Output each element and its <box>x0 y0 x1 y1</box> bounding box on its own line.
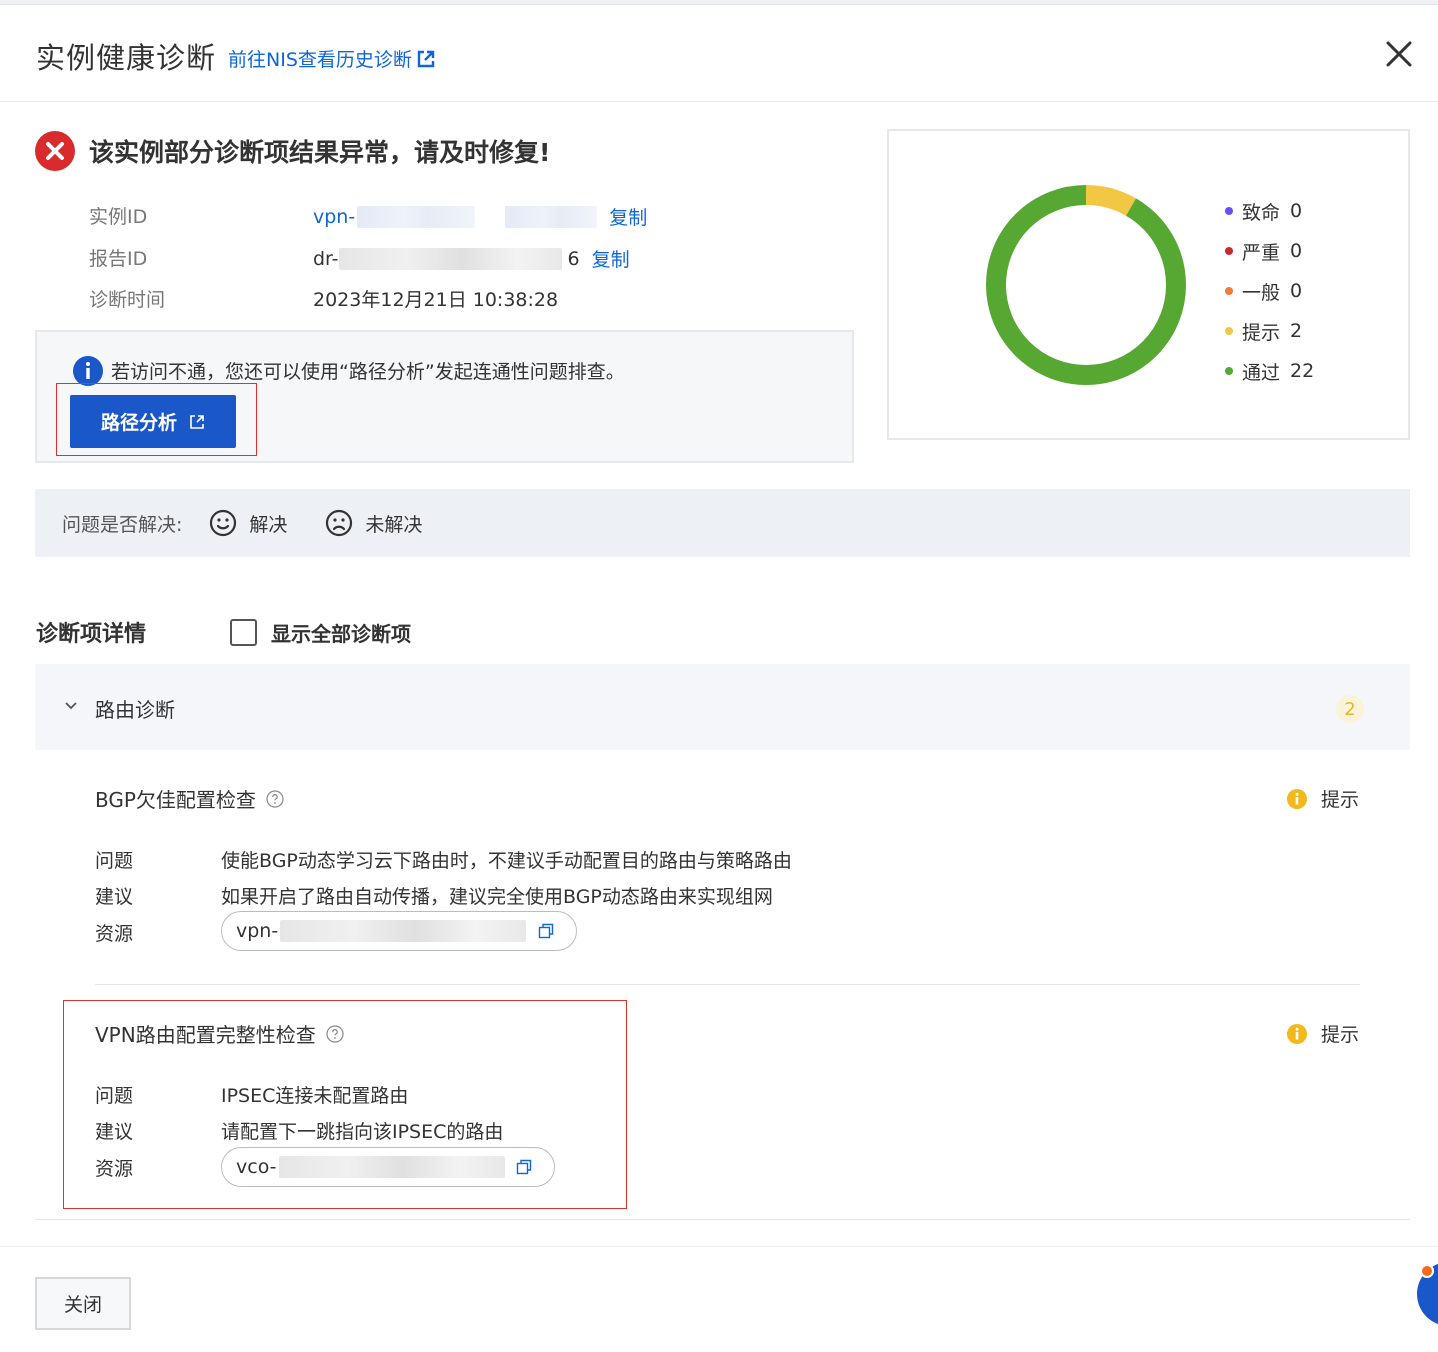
legend-item: 通过 22 <box>1225 351 1314 391</box>
report-id-label: 报告ID <box>89 248 148 270</box>
legend-value: 0 <box>1290 240 1303 262</box>
warning-icon <box>1287 788 1307 809</box>
help-icon[interactable] <box>266 789 284 808</box>
problem-text: 使能BGP动态学习云下路由时，不建议手动配置目的路由与策略路由 <box>221 850 792 872</box>
legend-value: 0 <box>1290 280 1303 302</box>
report-id-prefix: dr- <box>313 247 339 270</box>
redacted-block <box>505 205 598 228</box>
redacted-gap <box>475 205 506 228</box>
legend-value: 0 <box>1290 200 1303 222</box>
diagnose-time-value: 2023年12月21日 10:38:28 <box>313 289 559 311</box>
highlight-frame <box>63 1000 627 1209</box>
legend-label: 严重 <box>1242 241 1281 264</box>
divider <box>95 984 1360 985</box>
footer-divider <box>0 1246 1438 1247</box>
divider <box>35 1219 1410 1220</box>
diagnose-time-label: 诊断时间 <box>89 289 166 311</box>
show-all-checkbox[interactable]: 显示全部诊断项 <box>230 618 411 647</box>
redacted-block <box>280 920 527 942</box>
path-analysis-button[interactable]: 路径分析 <box>70 395 236 448</box>
resolved-option[interactable]: 解决 <box>209 509 287 537</box>
copy-instance-id-link[interactable]: 复制 <box>609 203 647 230</box>
check-bgp: BGP欠佳配置检查 <box>95 784 284 813</box>
report-id-suffix: 6 <box>567 247 580 270</box>
frown-icon <box>326 509 353 537</box>
redacted-block <box>338 247 562 270</box>
problem-label: 问题 <box>95 850 134 872</box>
legend-value: 22 <box>1290 360 1315 382</box>
notice-text: 若访问不通，您还可以使用“路径分析”发起连通性问题排查。 <box>111 361 625 383</box>
info-icon <box>73 356 103 386</box>
unresolved-option[interactable]: 未解决 <box>325 509 422 537</box>
close-button[interactable]: 关闭 <box>35 1277 131 1330</box>
legend-item: 致命 0 <box>1225 191 1314 231</box>
path-analysis-notice: 若访问不通，您还可以使用“路径分析”发起连通性问题排查。 路径分析 <box>35 330 854 463</box>
diagnosis-chart: 致命 0 严重 0 一般 0 提示 2 通过 22 <box>887 129 1410 440</box>
section-name: 路由诊断 <box>95 698 175 722</box>
legend-dot <box>1225 327 1233 335</box>
legend-value: 2 <box>1290 320 1303 342</box>
notification-dot <box>1420 1264 1434 1278</box>
donut-slice-通过 <box>986 185 1186 385</box>
error-icon <box>35 131 75 171</box>
route-diagnosis-section[interactable]: 路由诊断 2 <box>35 664 1410 750</box>
instance-id-value: vpn- 复制 <box>313 203 647 230</box>
check-level-badge: 提示 <box>1287 1020 1359 1047</box>
nis-history-link[interactable]: 前往NIS查看历史诊断 <box>228 45 436 72</box>
advice-label: 建议 <box>95 886 134 908</box>
external-link-icon <box>190 414 204 429</box>
smile-icon <box>210 509 237 537</box>
legend-dot <box>1225 367 1233 375</box>
legend-label: 一般 <box>1242 281 1281 304</box>
dialog-header: 实例健康诊断 前往NIS查看历史诊断 <box>0 5 1438 102</box>
check-level-badge: 提示 <box>1287 785 1359 812</box>
show-all-label: 显示全部诊断项 <box>271 622 411 646</box>
copy-report-id-link[interactable]: 复制 <box>592 245 630 272</box>
advice-text: 如果开启了路由自动传播，建议完全使用BGP动态路由来实现组网 <box>221 886 773 908</box>
legend-item: 提示 2 <box>1225 311 1314 351</box>
close-icon[interactable] <box>1380 35 1418 73</box>
alert-title: 该实例部分诊断项结果异常，请及时修复! <box>89 138 551 167</box>
check-level-label: 提示 <box>1321 789 1360 811</box>
legend-item: 严重 0 <box>1225 231 1314 271</box>
checkbox-box[interactable] <box>230 619 257 646</box>
legend-dot <box>1225 247 1233 255</box>
redacted-block <box>357 205 476 228</box>
external-link-icon <box>417 50 435 67</box>
resource-tag: vpn- <box>221 911 577 951</box>
check-name: BGP欠佳配置检查 <box>95 788 256 812</box>
unresolved-label: 未解决 <box>365 513 423 536</box>
path-analysis-label: 路径分析 <box>100 412 177 434</box>
donut-chart <box>986 185 1186 385</box>
instance-id-label: 实例ID <box>89 206 148 228</box>
resolve-question: 问题是否解决: <box>62 513 183 536</box>
legend-dot <box>1225 287 1233 295</box>
open-resource-icon[interactable] <box>538 923 554 939</box>
resolved-label: 解决 <box>249 513 288 536</box>
legend-label: 致命 <box>1242 201 1281 224</box>
nis-history-label: 前往NIS查看历史诊断 <box>228 49 412 71</box>
resource-prefix: vpn- <box>236 920 279 942</box>
warning-count-badge: 2 <box>1336 695 1364 723</box>
chart-legend: 致命 0 严重 0 一般 0 提示 2 通过 22 <box>1225 191 1314 391</box>
legend-label: 提示 <box>1242 321 1281 344</box>
legend-dot <box>1225 207 1233 215</box>
details-title: 诊断项详情 <box>36 622 147 647</box>
report-id-value: dr- 6 复制 <box>313 245 630 272</box>
instance-id-text[interactable]: vpn- <box>313 206 355 228</box>
check-level-label: 提示 <box>1321 1024 1360 1046</box>
resource-label: 资源 <box>95 923 134 945</box>
warning-icon <box>1287 1023 1307 1044</box>
legend-label: 通过 <box>1242 361 1281 384</box>
chevron-down-icon <box>65 702 77 710</box>
legend-item: 一般 0 <box>1225 271 1314 311</box>
dialog-title: 实例健康诊断 <box>36 41 217 75</box>
resolve-feedback-bar: 问题是否解决: 解决 未解决 <box>35 489 1410 557</box>
